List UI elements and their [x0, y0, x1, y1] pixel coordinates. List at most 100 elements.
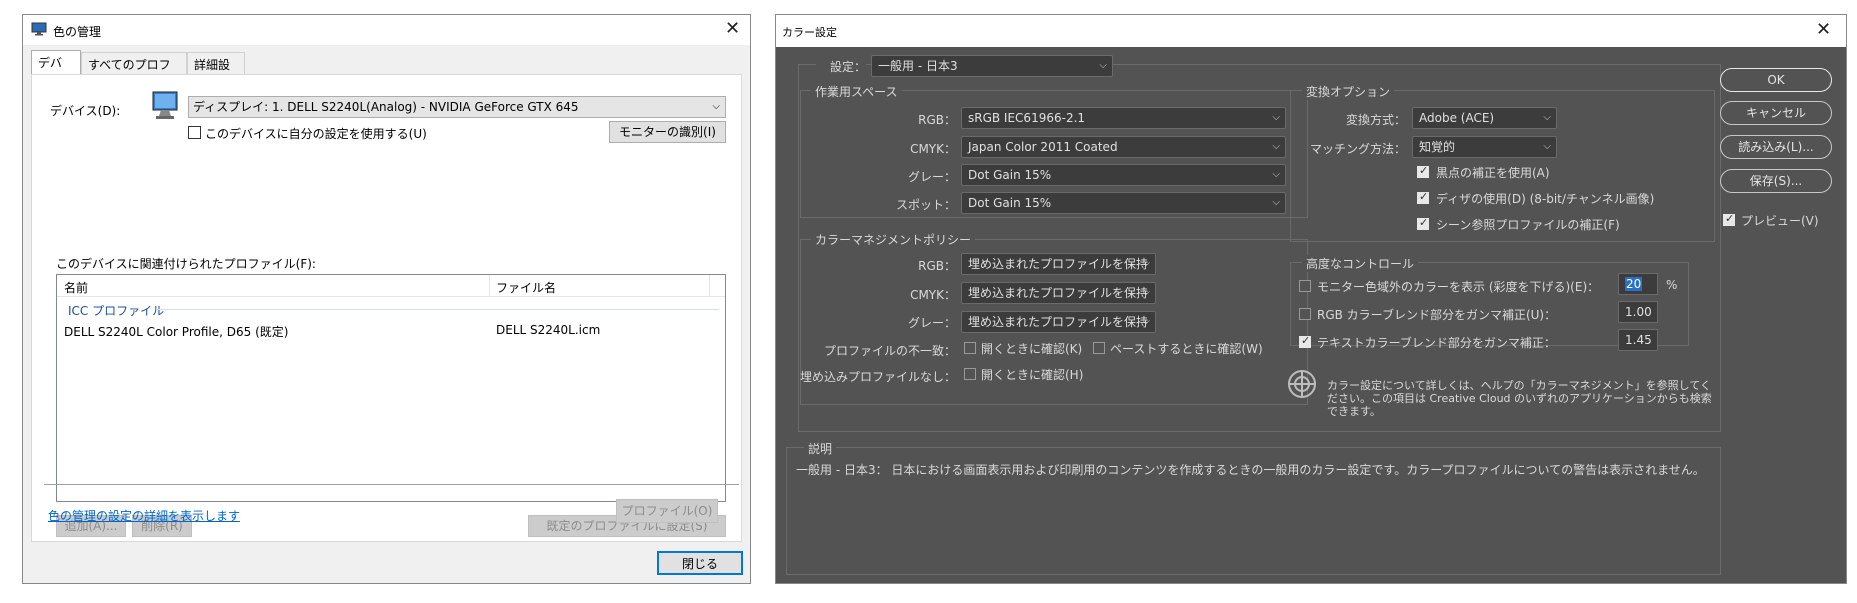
column-header-filename[interactable]: ファイル名 — [496, 279, 556, 296]
scene-referred-label: シーン参照プロファイルの補正(F) — [1436, 218, 1620, 232]
description-title: 説明 — [804, 440, 837, 457]
chevron-down-icon: ⌵ — [1272, 197, 1280, 208]
column-divider — [709, 275, 710, 297]
ok-button[interactable]: OK — [1720, 68, 1832, 92]
description-text: 一般用 - 日本3： 日本における画面表示用および印刷用のコンテンツを作成すると… — [796, 463, 1705, 477]
preview-label: プレビュー(V) — [1741, 214, 1819, 228]
color-wheel-icon — [1288, 370, 1316, 398]
ws-gray-select[interactable]: Dot Gain 15% ⌵ — [961, 164, 1286, 186]
identify-monitor-button[interactable]: モニターの識別(I) — [609, 121, 726, 143]
blend-text-gamma-label: テキストカラーブレンド部分をガンマ補正： — [1317, 336, 1556, 350]
black-point-compensation-checkbox[interactable] — [1417, 164, 1429, 178]
ws-rgb-value: sRGB IEC61966-2.1 — [968, 111, 1086, 125]
blend-rgb-gamma-input[interactable]: 1.00 — [1618, 301, 1658, 323]
ws-spot-select[interactable]: Dot Gain 15% ⌵ — [961, 192, 1286, 214]
advanced-settings-link[interactable]: 色の管理の設定の詳細を表示します — [48, 507, 240, 524]
ws-cmyk-select[interactable]: Japan Color 2011 Coated ⌵ — [961, 136, 1286, 158]
table-row[interactable]: DELL S2240L Color Profile, D65 (既定) DELL… — [57, 321, 725, 341]
ws-rgb-label: RGB： — [918, 113, 956, 127]
window-title: カラー設定 — [782, 26, 837, 39]
settings-preset-value: 一般用 - 日本3 — [878, 59, 958, 73]
blend-rgb-gamma-checkbox[interactable] — [1299, 308, 1311, 320]
title-bar: カラー設定 ✕ — [776, 15, 1846, 47]
profile-name: DELL S2240L Color Profile, D65 (既定) — [64, 325, 289, 339]
close-button[interactable]: 閉じる — [657, 551, 743, 575]
policy-rgb-select[interactable]: 埋め込まれたプロファイルを保持 ⌵ — [961, 253, 1156, 275]
monitor-app-icon — [31, 22, 47, 36]
use-dither-label: ディザの使用(D) (8-bit/チャンネル画像) — [1436, 192, 1655, 206]
engine-label: 変換方式： — [1345, 113, 1406, 127]
policy-cmyk-value: 埋め込まれたプロファイルを保持 — [968, 286, 1149, 300]
working-spaces-title: 作業用スペース — [811, 83, 902, 100]
close-icon[interactable]: ✕ — [1816, 21, 1831, 39]
ws-gray-value: Dot Gain 15% — [968, 168, 1052, 182]
ask-when-opening-label: 開くときに確認(K) — [981, 342, 1083, 356]
desaturate-input[interactable]: 20 — [1618, 273, 1658, 295]
scene-referred-checkbox[interactable] — [1417, 216, 1429, 230]
policies-title: カラーマネジメントポリシー — [811, 231, 976, 248]
monitor-icon — [152, 91, 178, 119]
device-select[interactable]: ディスプレイ: 1. DELL S2240L(Analog) - NVIDIA … — [188, 96, 726, 118]
policy-gray-select[interactable]: 埋め込まれたプロファイルを保持 ⌵ — [961, 311, 1156, 333]
title-bar: 色の管理 ✕ — [23, 15, 750, 45]
group-header-icc: ICC プロファイル — [68, 304, 165, 318]
devices-panel: デバイス(D): ディスプレイ: 1. DELL S2240L(Analog) … — [31, 74, 742, 542]
policy-cmyk-select[interactable]: 埋め込まれたプロファイルを保持 ⌵ — [961, 282, 1156, 304]
chevron-down-icon: ⌵ — [1099, 60, 1107, 71]
chevron-down-icon: ⌵ — [1142, 287, 1150, 298]
intent-label: マッチング方法： — [1309, 142, 1406, 156]
chevron-down-icon: ⌵ — [1142, 258, 1150, 269]
policy-rgb-value: 埋め込まれたプロファイルを保持 — [968, 257, 1149, 271]
chevron-down-icon: ⌵ — [1142, 316, 1150, 327]
missing-ask-when-opening-checkbox[interactable] — [964, 368, 976, 380]
cancel-button[interactable]: キャンセル — [1720, 101, 1832, 125]
color-management-window: 色の管理 ✕ デバイス すべてのプロファイル 詳細設定 デバイス(D): ディス… — [22, 14, 751, 584]
column-divider — [489, 275, 490, 297]
chevron-down-icon: ⌵ — [1272, 141, 1280, 152]
device-label: デバイス(D): — [50, 104, 121, 118]
ask-when-pasting-checkbox[interactable] — [1093, 342, 1105, 354]
policy-rgb-label: RGB： — [918, 259, 956, 273]
ws-spot-value: Dot Gain 15% — [968, 196, 1052, 210]
profile-file: DELL S2240L.icm — [496, 323, 601, 337]
missing-profile-label: 埋め込みプロファイルなし： — [799, 370, 956, 384]
engine-select[interactable]: Adobe (ACE) ⌵ — [1412, 107, 1557, 129]
column-header-name[interactable]: 名前 — [64, 279, 88, 296]
desaturate-checkbox[interactable] — [1299, 280, 1311, 292]
tab-all-profiles[interactable]: すべてのプロファイル — [81, 52, 187, 89]
engine-value: Adobe (ACE) — [1419, 111, 1495, 125]
tab-advanced[interactable]: 詳細設定 — [187, 52, 245, 89]
ws-cmyk-value: Japan Color 2011 Coated — [968, 140, 1118, 154]
separator — [44, 484, 739, 485]
profile-mismatch-label: プロファイルの不一致： — [823, 344, 956, 358]
profiles-list[interactable]: 名前 ファイル名 ICC プロファイル DELL S2240L Color Pr… — [56, 274, 726, 502]
conversion-options-title: 変換オプション — [1302, 83, 1395, 100]
settings-preset-select[interactable]: 一般用 - 日本3 ⌵ — [871, 55, 1113, 77]
black-point-compensation-label: 黒点の補正を使用(A) — [1436, 166, 1550, 180]
close-icon[interactable]: ✕ — [725, 20, 740, 38]
load-button[interactable]: 読み込み(L)... — [1720, 135, 1832, 159]
chevron-down-icon: ⌵ — [1543, 112, 1551, 123]
blend-text-gamma-input[interactable]: 1.45 — [1618, 329, 1658, 351]
use-dither-checkbox[interactable] — [1417, 190, 1429, 204]
tab-devices[interactable]: デバイス — [31, 50, 81, 87]
desaturate-value: 20 — [1625, 277, 1643, 291]
ws-rgb-select[interactable]: sRGB IEC61966-2.1 ⌵ — [961, 107, 1286, 129]
ask-when-opening-checkbox[interactable] — [964, 342, 976, 354]
save-button[interactable]: 保存(S)... — [1720, 169, 1832, 193]
window-title: 色の管理 — [53, 25, 102, 39]
intent-select[interactable]: 知覚的 ⌵ — [1412, 136, 1557, 158]
ws-cmyk-label: CMYK： — [910, 142, 956, 156]
use-my-settings-checkbox[interactable] — [188, 126, 201, 139]
preview-checkbox[interactable] — [1723, 212, 1735, 226]
settings-label: 設定： — [816, 58, 866, 75]
color-settings-window: カラー設定 ✕ 設定： 一般用 - 日本3 ⌵ 作業用スペース RGB： sRG… — [775, 14, 1847, 584]
device-select-value: ディスプレイ: 1. DELL S2240L(Analog) - NVIDIA … — [193, 100, 579, 114]
chevron-down-icon: ⌵ — [1272, 169, 1280, 180]
blend-rgb-gamma-label: RGB カラーブレンド部分をガンマ補正(U)： — [1317, 308, 1557, 322]
policy-gray-value: 埋め込まれたプロファイルを保持 — [968, 315, 1149, 329]
advanced-controls-title: 高度なコントロール — [1302, 255, 1419, 272]
profile-button[interactable]: プロファイル(O) — [616, 499, 718, 523]
policy-gray-label: グレー： — [907, 316, 956, 330]
blend-text-gamma-checkbox[interactable] — [1299, 334, 1311, 348]
